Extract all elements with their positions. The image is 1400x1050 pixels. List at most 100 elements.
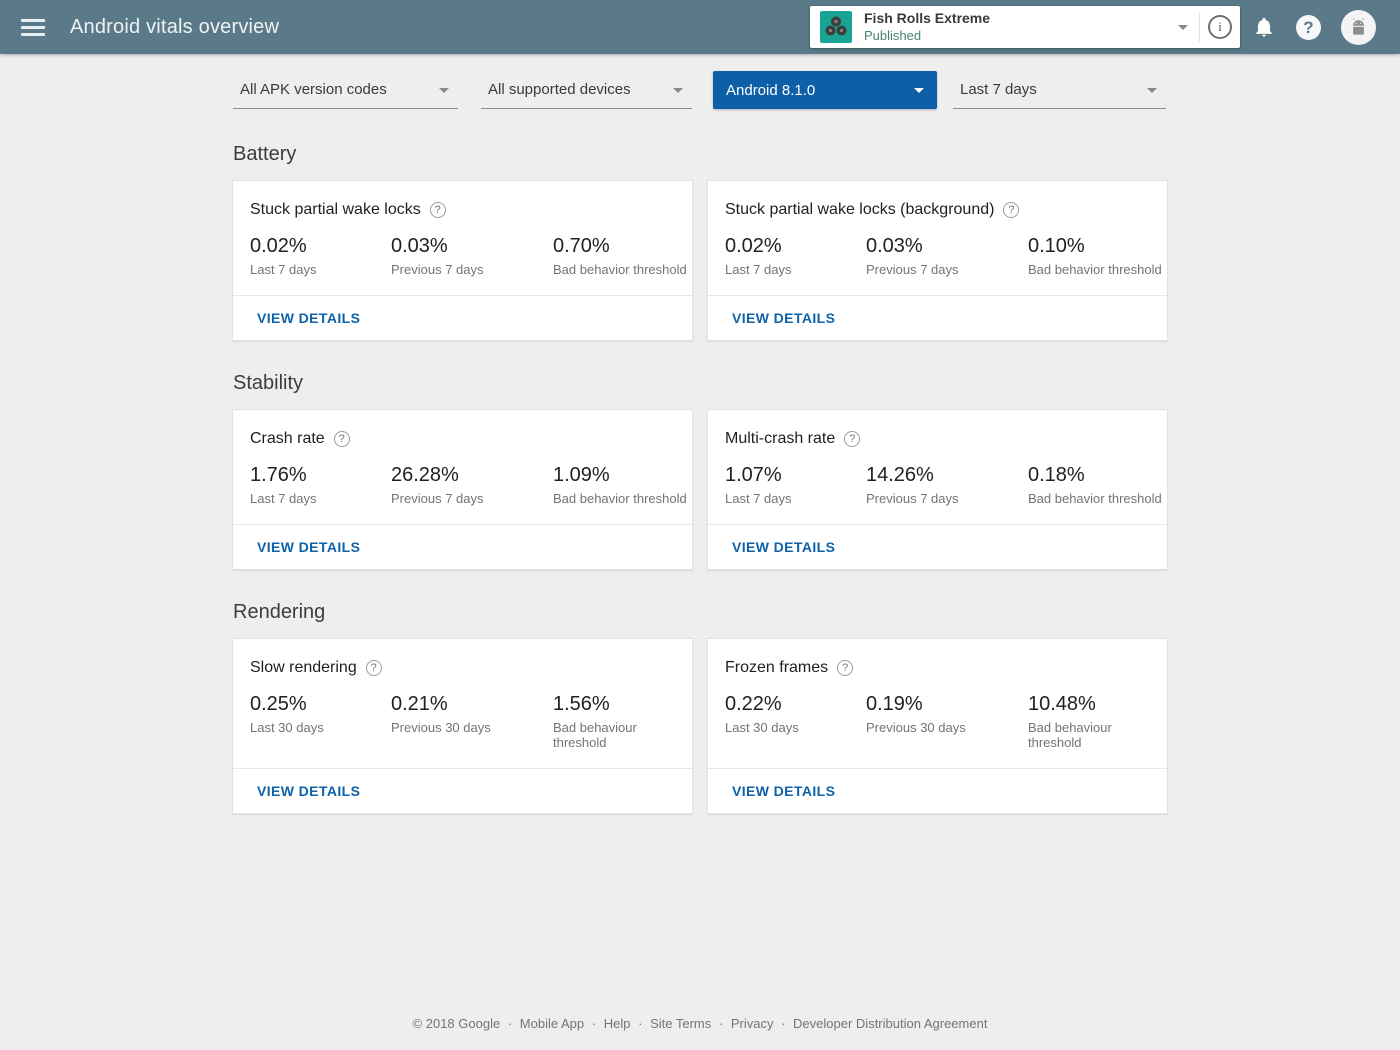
app-icon [820,11,852,43]
chevron-down-icon [439,88,449,93]
stat-threshold: 0.18% Bad behavior threshold [1028,464,1167,506]
filter-apk-version-codes[interactable]: All APK version codes [233,71,458,109]
view-details-link[interactable]: VIEW DETAILS [732,310,835,326]
stat-threshold: 10.48% Bad behaviour threshold [1028,693,1167,750]
stat-threshold: 1.56% Bad behaviour threshold [553,693,692,750]
stat-label: Last 7 days [725,491,792,506]
footer-link-developer-distribution-agreement[interactable]: Developer Distribution Agreement [793,1016,987,1031]
stat-value: 26.28% [391,464,459,486]
section-title-rendering: Rendering [233,601,326,623]
stat-previous: 26.28% Previous 7 days [391,464,553,506]
info-icon[interactable]: i [1208,15,1232,39]
filter-android-version[interactable]: Android 8.1.0 [713,71,937,109]
filter-supported-devices[interactable]: All supported devices [481,71,692,109]
footer-link-mobile-app[interactable]: Mobile App [520,1016,584,1031]
card-title: Multi-crash rate [725,430,836,447]
card-title: Stuck partial wake locks [250,201,421,218]
stat-previous: 0.19% Previous 30 days [866,693,1028,750]
separator: · [638,1016,643,1031]
stat-threshold: 1.09% Bad behavior threshold [553,464,692,506]
copyright-text: © 2018 Google [412,1016,501,1031]
divider [1199,12,1200,42]
view-details-link[interactable]: VIEW DETAILS [257,539,360,555]
section-title-battery: Battery [233,143,297,165]
menu-icon[interactable] [21,15,45,40]
footer-link-help[interactable]: Help [604,1016,631,1031]
separator: · [591,1016,597,1031]
stat-label: Previous 7 days [866,491,959,506]
stat-current: 1.76% Last 7 days [250,464,391,506]
stat-value: 1.09% [553,464,610,486]
stat-value: 0.03% [866,235,923,257]
stat-value: 0.70% [553,235,610,257]
help-icon[interactable]: ? [837,660,854,676]
section-title-stability: Stability [233,372,304,394]
help-icon[interactable]: ? [1003,202,1020,218]
filter-label: Android 8.1.0 [726,81,816,99]
filter-label: All APK version codes [240,81,387,98]
stat-label: Last 7 days [250,262,317,277]
stat-label: Bad behavior threshold [1028,491,1162,506]
help-icon[interactable]: ? [1296,15,1321,40]
stat-value: 0.02% [725,235,782,257]
stat-previous: 0.03% Previous 7 days [391,235,553,277]
card-stuck-partial-wake-locks: Stuck partial wake locks ? 0.02% Last 7 … [232,180,693,341]
stat-previous: 0.03% Previous 7 days [866,235,1028,277]
chevron-down-icon [673,88,683,93]
help-icon[interactable]: ? [844,431,861,447]
view-details-link[interactable]: VIEW DETAILS [257,783,360,799]
chevron-down-icon [1147,88,1157,93]
stat-label: Previous 7 days [866,262,959,277]
card-multi-crash-rate: Multi-crash rate ? 1.07% Last 7 days 14.… [707,409,1168,570]
chevron-down-icon [1178,25,1188,30]
notifications-icon[interactable] [1253,15,1275,44]
stat-value: 1.56% [553,693,610,715]
stat-label: Last 7 days [250,491,317,506]
avatar[interactable] [1341,10,1376,45]
stat-label: Bad behaviour threshold [553,720,637,750]
stat-threshold: 0.10% Bad behavior threshold [1028,235,1167,277]
card-stuck-partial-wake-locks-background: Stuck partial wake locks (background) ? … [707,180,1168,341]
stat-label: Previous 30 days [866,720,966,735]
filter-label: All supported devices [488,81,631,98]
card-slow-rendering: Slow rendering ? 0.25% Last 30 days 0.21… [232,638,693,814]
filter-label: Last 7 days [960,81,1037,98]
help-icon[interactable]: ? [333,431,350,447]
stat-label: Bad behaviour threshold [1028,720,1112,750]
card-frozen-frames: Frozen frames ? 0.22% Last 30 days 0.19%… [707,638,1168,814]
separator: · [781,1016,786,1031]
view-details-link[interactable]: VIEW DETAILS [732,783,835,799]
stat-label: Bad behavior threshold [553,262,687,277]
app-name: Fish Rolls Extreme [864,10,991,27]
view-details-link[interactable]: VIEW DETAILS [732,539,835,555]
footer-link-site-terms[interactable]: Site Terms [650,1016,711,1031]
separator: · [507,1016,513,1031]
help-icon[interactable]: ? [429,202,446,218]
stat-label: Last 30 days [725,720,799,735]
card-title: Stuck partial wake locks (background) [725,201,995,218]
stat-label: Previous 7 days [391,262,484,277]
stat-current: 0.02% Last 7 days [250,235,391,277]
page-title: Android vitals overview [70,15,280,38]
separator: · [718,1016,724,1031]
stat-value: 0.25% [250,693,307,715]
footer: © 2018 Google · Mobile App · Help · Site… [0,1016,1400,1031]
stat-current: 0.02% Last 7 days [725,235,866,277]
stat-value: 0.10% [1028,235,1085,257]
stat-label: Bad behavior threshold [553,491,687,506]
view-details-link[interactable]: VIEW DETAILS [257,310,360,326]
stat-current: 1.07% Last 7 days [725,464,866,506]
footer-link-privacy[interactable]: Privacy [731,1016,774,1031]
filter-date-range[interactable]: Last 7 days [953,71,1166,109]
help-icon[interactable]: ? [365,660,382,676]
rendering-cards-row: Slow rendering ? 0.25% Last 30 days 0.21… [232,638,1168,814]
app-selector[interactable]: Fish Rolls Extreme Published i [810,6,1240,48]
stat-label: Previous 30 days [391,720,491,735]
stat-label: Bad behavior threshold [1028,262,1162,277]
stat-previous: 14.26% Previous 7 days [866,464,1028,506]
app-bar: Android vitals overview Fish Rolls Extre… [0,0,1400,54]
chevron-down-icon [914,88,924,93]
stat-current: 0.22% Last 30 days [725,693,866,750]
stat-value: 14.26% [866,464,934,486]
stat-current: 0.25% Last 30 days [250,693,391,750]
